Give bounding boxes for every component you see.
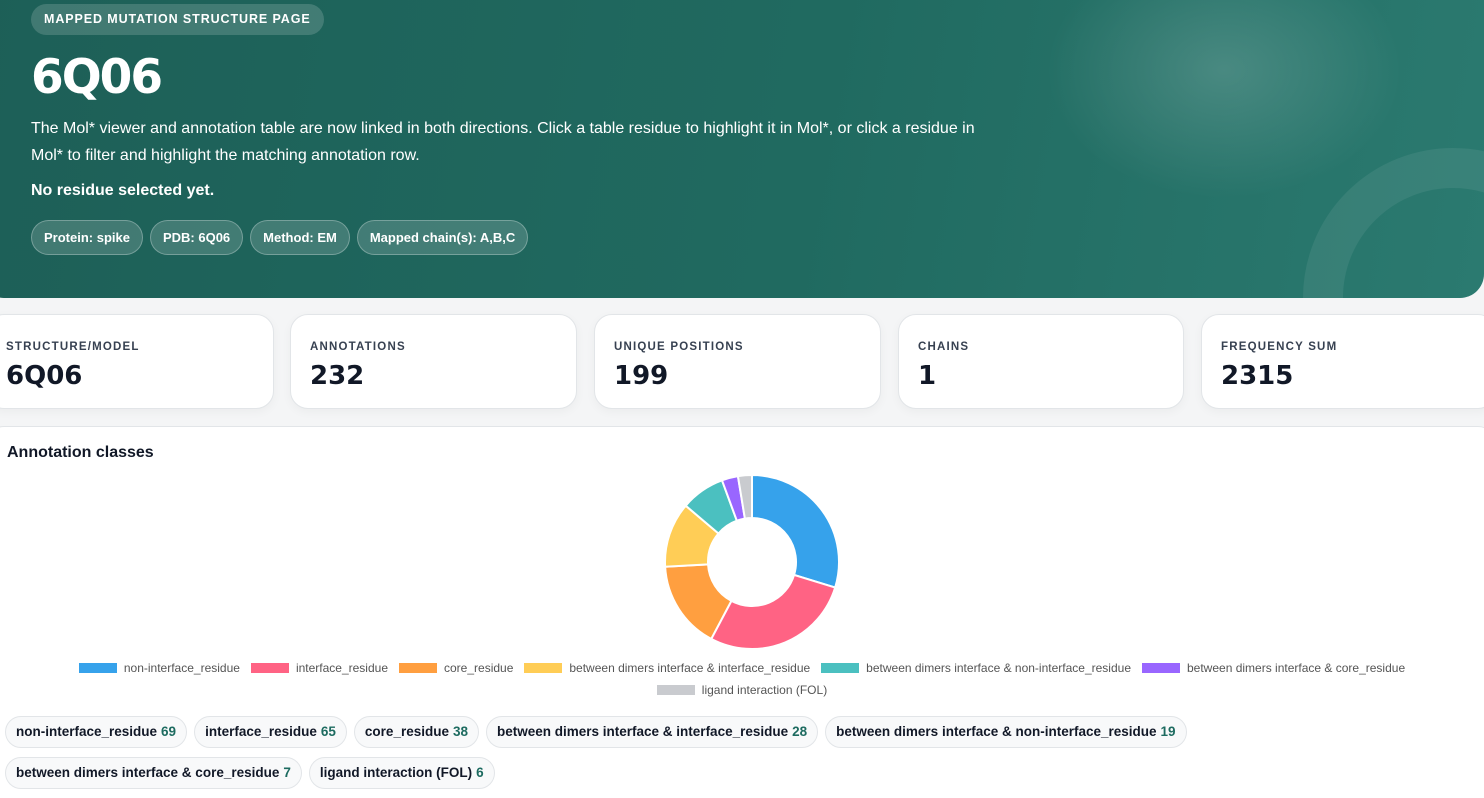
selection-status: No residue selected yet. xyxy=(31,182,215,199)
legend-swatch xyxy=(78,662,117,673)
legend-label: interface_residue xyxy=(295,660,388,675)
page-title: 6Q06 xyxy=(31,50,163,105)
pill-label: between dimers interface & interface_res… xyxy=(497,724,789,739)
legend-label: non-interface_residue xyxy=(123,660,240,675)
pill-count: 7 xyxy=(283,765,291,780)
stat-card-unique-positions: UNIQUE POSITIONS 199 xyxy=(594,314,881,409)
stat-label: FREQUENCY SUM xyxy=(1221,341,1338,353)
pill-row: non-interface_residue 69 interface_residue… xyxy=(5,716,1305,748)
stat-label: UNIQUE POSITIONS xyxy=(614,341,744,353)
legend-item-between-dimers-interface-core-residue[interactable]: between dimers interface & core_residue xyxy=(1142,661,1405,675)
stat-value: 232 xyxy=(310,361,365,391)
legend-item-interface-residue[interactable]: interface_residue xyxy=(250,660,388,675)
annotation-pill-interface-residue[interactable]: interface_residue 65 xyxy=(194,716,347,748)
protein-chip: Protein: spike xyxy=(31,220,143,255)
stat-card-annotations: ANNOTATIONS 232 xyxy=(290,314,577,409)
legend-label: ligand interaction (FOL) xyxy=(701,682,828,697)
pill-count: 38 xyxy=(452,724,468,739)
mapped-chains-chip: Mapped chain(s): A,B,C xyxy=(356,220,529,255)
pill-label: non-interface_residue xyxy=(16,724,158,739)
legend-item-ligand-interaction-fol[interactable]: ligand interaction (FOL) xyxy=(656,682,828,697)
stat-card-frequency-sum: FREQUENCY SUM 2315 xyxy=(1201,314,1484,409)
legend-swatch xyxy=(656,684,695,695)
pill-label: interface_residue xyxy=(205,724,317,739)
annotation-pill-core-residue[interactable]: core_residue 38 xyxy=(353,716,479,748)
annotation-donut-chart xyxy=(664,474,840,650)
stat-value: 199 xyxy=(614,361,669,391)
legend-item-non-interface-residue[interactable]: non-interface_residue xyxy=(78,660,240,675)
pill-count: 19 xyxy=(1160,724,1176,739)
legend-swatch xyxy=(250,662,289,673)
legend-swatch xyxy=(399,662,437,673)
pill-count: 65 xyxy=(320,724,336,739)
legend-swatch xyxy=(524,662,563,673)
pill-count: 28 xyxy=(792,724,808,739)
method-chip: Method: EM xyxy=(250,220,350,255)
hero-content: MAPPED MUTATION STRUCTURE PAGE 6Q06 The … xyxy=(31,4,1031,255)
pill-row: between dimers interface & core_residue 7… xyxy=(5,757,1305,789)
pill-count: 6 xyxy=(476,765,484,780)
chart-legend: non-interface_residue interface_residue co… xyxy=(0,657,1484,701)
pill-label: between dimers interface & core_residue xyxy=(16,765,280,780)
stat-label: STRUCTURE/MODEL xyxy=(6,341,140,353)
hero-banner: MAPPED MUTATION STRUCTURE PAGE 6Q06 The … xyxy=(0,0,1484,298)
page-kicker: MAPPED MUTATION STRUCTURE PAGE xyxy=(31,4,324,35)
legend-item-core-residue[interactable]: core_residue xyxy=(399,661,513,675)
stat-label: ANNOTATIONS xyxy=(310,341,406,353)
pill-label: ligand interaction (FOL) xyxy=(319,765,473,780)
stat-card-structure: STRUCTURE/MODEL 6Q06 xyxy=(0,314,274,409)
stat-card-chains: CHAINS 1 xyxy=(898,314,1184,409)
legend-swatch xyxy=(821,662,860,673)
page-description: The Mol* viewer and annotation table are… xyxy=(31,120,975,164)
legend-swatch xyxy=(1142,662,1180,673)
legend-label: between dimers interface & interface_res… xyxy=(569,660,811,675)
legend-label: core_residue xyxy=(444,660,514,675)
stats-row: STRUCTURE/MODEL 6Q06 ANNOTATIONS 232 UNI… xyxy=(0,314,1484,409)
pdb-chip: PDB: 6Q06 xyxy=(149,220,244,255)
stat-value: 1 xyxy=(918,361,937,391)
annotation-class-pills: non-interface_residue 69 interface_residue… xyxy=(5,716,1305,798)
legend-row: non-interface_residue interface_residue co… xyxy=(0,657,1484,678)
donut-slice-non-interface-residue[interactable] xyxy=(751,474,840,589)
stat-value: 6Q06 xyxy=(6,361,83,391)
hero-glow-decoration xyxy=(1044,0,1404,200)
legend-label: between dimers interface & core_residue xyxy=(1187,660,1406,675)
annotation-pill-non-interface-residue[interactable]: non-interface_residue 69 xyxy=(5,716,188,748)
annotation-pill-between-dimers-interface-non-interface-residue[interactable]: between dimers interface & non-interface… xyxy=(825,716,1187,748)
annotation-pill-between-dimers-interface-interface-residue[interactable]: between dimers interface & interface_res… xyxy=(486,716,819,748)
annotation-pill-ligand-interaction-fol[interactable]: ligand interaction (FOL) 6 xyxy=(308,757,495,789)
metadata-chips: Protein: spike PDB: 6Q06 Method: EM Mapp… xyxy=(31,220,1031,255)
stat-label: CHAINS xyxy=(918,341,970,353)
donut-slice-interface-residue[interactable] xyxy=(709,573,837,650)
stat-value: 2315 xyxy=(1221,361,1294,391)
annotation-pill-between-dimers-interface-core-residue[interactable]: between dimers interface & core_residue 7 xyxy=(5,757,302,789)
legend-label: between dimers interface & non-interface… xyxy=(866,660,1131,675)
pill-label: between dimers interface & non-interface… xyxy=(836,724,1157,739)
pill-count: 69 xyxy=(161,724,177,739)
panel-title: Annotation classes xyxy=(7,444,154,461)
pill-label: core_residue xyxy=(364,724,449,739)
legend-row: ligand interaction (FOL) xyxy=(0,679,1484,700)
legend-item-between-dimers-interface-interface-residue[interactable]: between dimers interface & interface_res… xyxy=(524,661,810,675)
legend-item-between-dimers-interface-non-interface-residue[interactable]: between dimers interface & non-interface… xyxy=(821,661,1131,675)
